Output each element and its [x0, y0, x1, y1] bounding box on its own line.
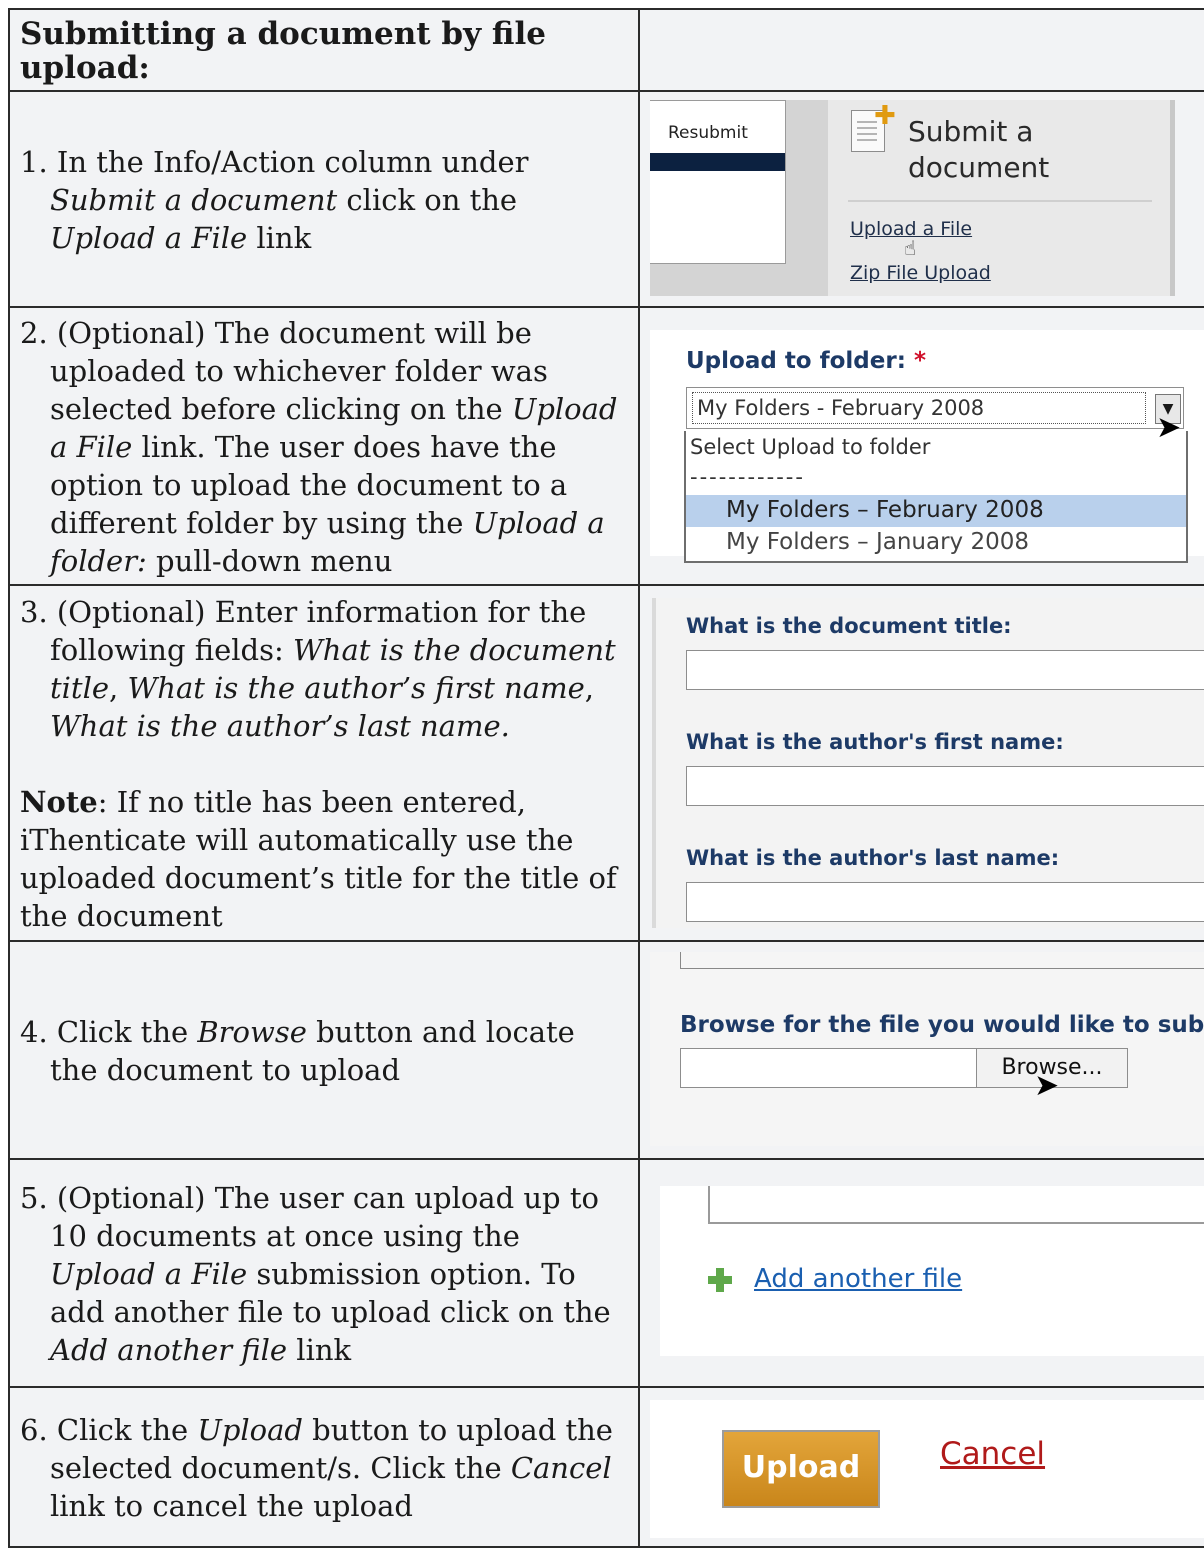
step-text: , — [109, 671, 128, 705]
panel-edge — [652, 598, 656, 928]
step-text: link — [247, 221, 312, 255]
step-screenshot-1: Resubmit ✚ Submit a document Upload a Fi… — [638, 90, 1204, 308]
step-row-3: 3. (Optional) Enter information for the … — [8, 584, 1204, 942]
upload-button[interactable]: Upload — [722, 1430, 880, 1508]
previous-field-edge — [680, 952, 1204, 969]
panel-edge — [1170, 100, 1175, 296]
file-box-edge — [708, 1186, 1204, 1224]
header-empty-cell — [638, 8, 1204, 92]
step-emphasis: Upload a File — [50, 1257, 248, 1291]
step-screenshot-6: Upload Cancel — [638, 1386, 1204, 1548]
step-number: 5. — [20, 1181, 48, 1215]
step-text: (Optional) The user can upload up to 10 … — [50, 1181, 599, 1253]
panel-divider — [848, 200, 1152, 202]
step-emphasis: Add another file — [50, 1333, 288, 1367]
step-text: , — [584, 671, 594, 705]
upload-actions-screenshot: Upload Cancel — [650, 1400, 1204, 1538]
step-text-1: 1. In the Info/Action column under Submi… — [8, 90, 640, 308]
step-text-5: 5. (Optional) The user can upload up to … — [8, 1158, 640, 1388]
step-text: pull-down menu — [146, 544, 393, 578]
page-title: Submitting a document by file upload: — [20, 16, 546, 86]
submit-document-title: Submit a document — [908, 114, 1049, 186]
hand-cursor-icon: ☝ — [904, 236, 917, 260]
author-last-name-input[interactable] — [686, 882, 1204, 922]
step-emphasis: What is the author’s first name — [127, 671, 585, 705]
step-row-5: 5. (Optional) The user can upload up to … — [8, 1158, 1204, 1388]
step-emphasis: Upload — [197, 1413, 303, 1447]
resubmit-tab[interactable]: Resubmit — [650, 100, 786, 264]
header-row: Submitting a document by file upload: — [8, 8, 1204, 92]
upload-to-folder-label: Upload to folder: * — [686, 348, 926, 374]
step-text: click on the — [337, 183, 518, 217]
required-mark: * — [913, 348, 926, 374]
dropdown-option[interactable]: My Folders – January 2008 — [726, 529, 1029, 555]
submit-title-line-1: Submit a — [908, 115, 1034, 148]
resubmit-label: Resubmit — [668, 123, 748, 143]
step-text: Click the — [56, 1413, 198, 1447]
step-text: Click the — [56, 1015, 198, 1049]
browse-file-label: Browse for the file you would like to su… — [680, 1012, 1204, 1038]
step-emphasis: What is the author’s last name. — [50, 709, 510, 743]
upload-folder-screenshot: Upload to folder: * My Folders - Februar… — [650, 330, 1204, 563]
step-emphasis: Cancel — [510, 1451, 612, 1485]
step-row-4: 4. Click the Browse button and locate th… — [8, 940, 1204, 1160]
step-row-6: 6. Click the Upload button to upload the… — [8, 1386, 1204, 1548]
steps-table: Submitting a document by file upload: 1.… — [8, 8, 1204, 1548]
document-title-input[interactable] — [686, 650, 1204, 690]
tab-highlight-bar — [650, 153, 785, 171]
step-text: In the Info/Action column under — [56, 145, 529, 179]
browse-file-screenshot: Browse for the file you would like to su… — [650, 952, 1204, 1146]
arrow-cursor-icon: ➤ — [1156, 410, 1182, 445]
step-text: link — [287, 1333, 352, 1367]
add-file-screenshot: Add another file — [660, 1186, 1204, 1356]
cancel-link[interactable]: Cancel — [940, 1436, 1045, 1472]
step-number: 3. — [20, 595, 48, 629]
step-emphasis: Submit a document — [50, 183, 338, 217]
step-screenshot-2: Upload to folder: * My Folders - Februar… — [638, 306, 1204, 586]
step-screenshot-4: Browse for the file you would like to su… — [638, 940, 1204, 1160]
document-fields-screenshot: What is the document title: What is the … — [652, 598, 1204, 928]
step-text-2: 2. (Optional) The document will be uploa… — [8, 306, 640, 586]
instruction-document: Submitting a document by file upload: 1.… — [8, 8, 1204, 1548]
step-emphasis: Browse — [197, 1015, 307, 1049]
step-number: 4. — [20, 1015, 48, 1049]
step-text-3: 3. (Optional) Enter information for the … — [8, 584, 640, 942]
dropdown-separator: ------------ — [690, 465, 805, 489]
step-number: 1. — [20, 145, 48, 179]
dropdown-option[interactable]: Select Upload to folder — [690, 435, 930, 459]
author-last-name-label: What is the author's last name: — [686, 846, 1060, 870]
step-text: (Optional) The document will be uploaded… — [50, 316, 548, 426]
dropdown-option[interactable]: My Folders – February 2008 — [726, 497, 1044, 523]
note-label: Note — [20, 785, 98, 819]
note-paragraph: Note: If no title has been entered, iThe… — [20, 783, 630, 935]
step-text-4: 4. Click the Browse button and locate th… — [8, 940, 640, 1160]
plus-icon[interactable] — [708, 1268, 732, 1292]
note-text: : If no title has been entered, iThentic… — [20, 785, 617, 933]
add-another-file-link[interactable]: Add another file — [754, 1264, 962, 1294]
upload-folder-select[interactable]: My Folders - February 2008 ▼ — [686, 387, 1184, 429]
step-row-2: 2. (Optional) The document will be uploa… — [8, 306, 1204, 586]
step-screenshot-5: Add another file — [638, 1158, 1204, 1388]
arrow-cursor-icon: ➤ — [1034, 1068, 1060, 1103]
folder-dropdown-list: Select Upload to folder ------------ My … — [684, 431, 1188, 563]
step-emphasis: Upload a File — [50, 221, 248, 255]
document-title-label: What is the document title: — [686, 614, 1012, 638]
upload-to-folder-text: Upload to folder: — [686, 348, 906, 374]
submit-document-panel: ✚ Submit a document Upload a File ☝ Zip … — [828, 100, 1172, 296]
step-row-1: 1. In the Info/Action column under Submi… — [8, 90, 1204, 308]
file-path-input[interactable] — [680, 1048, 977, 1088]
submit-document-panel-screenshot: Resubmit ✚ Submit a document Upload a Fi… — [650, 100, 1175, 296]
submit-title-line-2: document — [908, 151, 1050, 184]
author-first-name-label: What is the author's first name: — [686, 730, 1064, 754]
step-text-6: 6. Click the Upload button to upload the… — [8, 1386, 640, 1548]
step-number: 6. — [20, 1413, 48, 1447]
document-add-icon: ✚ — [851, 103, 896, 152]
author-first-name-input[interactable] — [686, 766, 1204, 806]
step-number: 2. — [20, 316, 48, 350]
header-cell: Submitting a document by file upload: — [8, 8, 640, 92]
zip-file-upload-link[interactable]: Zip File Upload — [850, 262, 991, 284]
selected-folder-value: My Folders - February 2008 — [692, 392, 1146, 424]
step-screenshot-3: What is the document title: What is the … — [638, 584, 1204, 942]
step-text: link to cancel the upload — [50, 1489, 413, 1523]
